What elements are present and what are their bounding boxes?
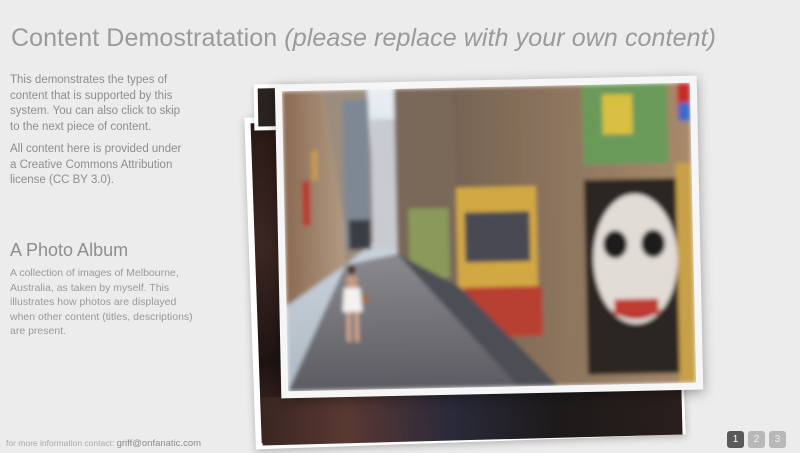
pager-button-3[interactable]: 3: [769, 431, 786, 448]
laneway-photo: [281, 82, 697, 392]
album-description: A collection of images of Melbourne, Aus…: [10, 267, 193, 337]
title-subtitle: (please replace with your own content): [284, 24, 717, 52]
intro-paragraph-1: This demonstrates the types of content t…: [10, 74, 181, 133]
intro-paragraph-2: All content here is provided under a Cre…: [10, 143, 182, 186]
intro-text: This demonstrates the types of content t…: [10, 73, 188, 196]
footer-email-link[interactable]: griff@onfanatic.com: [117, 438, 201, 449]
photo-card-front[interactable]: [274, 75, 704, 399]
page-title: Content Demostratation (please replace w…: [11, 24, 716, 53]
footer-label: for more information contact:: [6, 438, 115, 448]
pager: 1 2 3: [727, 431, 786, 448]
album-title: A Photo Album: [10, 240, 129, 260]
slideshow-page: Content Demostratation (please replace w…: [0, 0, 800, 453]
footer-contact: for more information contact: griff@onfa…: [6, 438, 201, 449]
title-text: Content Demostratation: [11, 24, 278, 52]
pager-button-1[interactable]: 1: [727, 431, 744, 448]
pager-button-2[interactable]: 2: [748, 431, 765, 448]
